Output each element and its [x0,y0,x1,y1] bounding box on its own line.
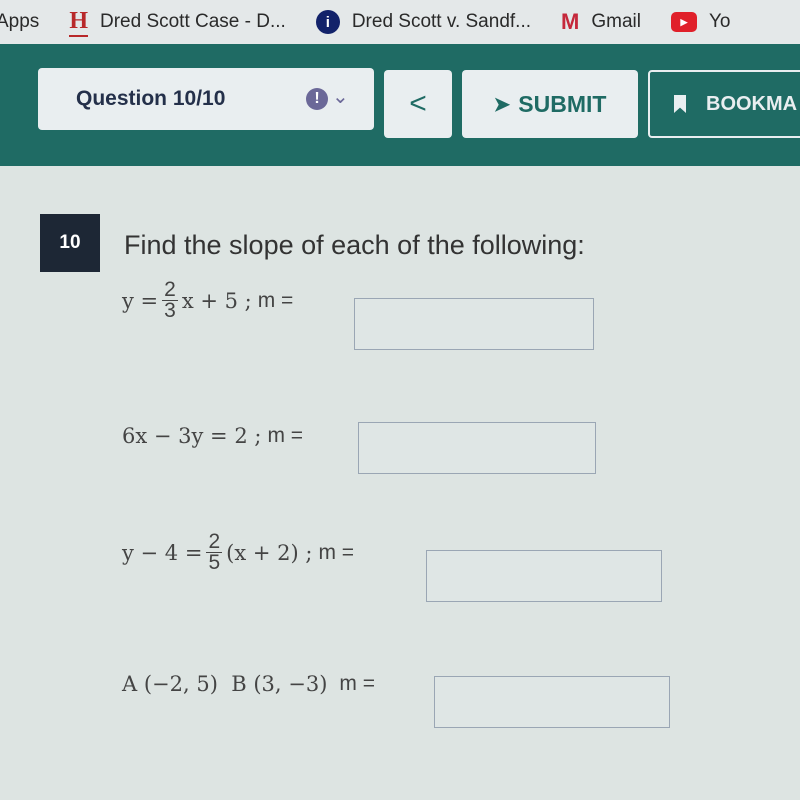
equation-2: 6x − 3y = 2 ; m = [122,424,303,448]
equation-text: (x + 2) ; [226,540,313,565]
equation-text: y − 4 = [122,540,203,565]
question-prompt: Find the slope of each of the following: [124,230,585,260]
slope-input-3[interactable] [426,550,662,602]
chevron-left-icon: < [409,87,427,120]
m-label: m = [267,424,304,447]
slope-input-1[interactable] [354,298,594,350]
question-number-badge: 10 [40,214,100,272]
bookmark-dred-scott-v-sandford[interactable]: i Dred Scott v. Sandf... [315,10,532,34]
m-label: m = [318,540,355,564]
equation-text: A (−2, 5) B (3, −3) [122,672,328,696]
bookmark-label: Yo [708,11,731,32]
slope-input-2[interactable] [358,422,596,474]
equation-text: y = [122,288,159,313]
bookmark-apps[interactable]: Apps [0,11,39,33]
question-label: Question 10/10 [76,87,226,110]
bookmark-youtube[interactable]: ▶ Yo [670,11,731,33]
numerator: 2 [206,530,223,553]
bookmark-label: Apps [0,11,40,32]
bookmark-label: BOOKMA [706,92,798,115]
question-selector[interactable]: Question 10/10 ! ⌄ [38,68,374,130]
alert-icon: ! [306,88,328,110]
equation-text: x + 5 ; [181,288,252,313]
submit-label: SUBMIT [518,90,607,117]
equation-1: y = 23 x + 5 ; m = [122,278,294,322]
denominator: 5 [208,551,221,574]
bookmark-gmail[interactable]: M Gmail [561,9,641,35]
fraction: 25 [206,530,223,574]
bookmark-dred-scott-case[interactable]: H Dred Scott Case - D... [69,8,286,37]
equation-text: 6x − 3y = 2 ; [122,424,262,448]
numerator: 2 [162,278,178,301]
m-label: m = [339,672,375,695]
bookmark-label: Dred Scott Case - D... [99,11,286,32]
m-label: m = [257,288,294,312]
fraction: 23 [162,278,178,322]
equation-4: A (−2, 5) B (3, −3) m = [122,672,375,696]
bookmark-button[interactable]: BOOKMA [648,70,800,138]
previous-button[interactable]: < [384,70,452,138]
info-icon: i [315,10,340,34]
bookmarks-bar: Apps H Dred Scott Case - D... i Dred Sco… [0,0,800,44]
youtube-icon: ▶ [670,12,697,32]
chevron-down-icon: ⌄ [332,86,349,108]
equation-3: y − 4 = 25 (x + 2) ; m = [122,530,355,574]
history-h-icon: H [69,8,88,37]
gmail-icon: M [561,9,580,34]
bookmark-icon [674,95,686,113]
slope-input-4[interactable] [434,676,670,728]
submit-button[interactable]: ➤ SUBMIT [462,70,638,138]
denominator: 3 [164,299,176,322]
send-icon: ➤ [493,93,511,116]
bookmark-label: Gmail [591,11,641,32]
bookmark-label: Dred Scott v. Sandf... [351,11,532,32]
